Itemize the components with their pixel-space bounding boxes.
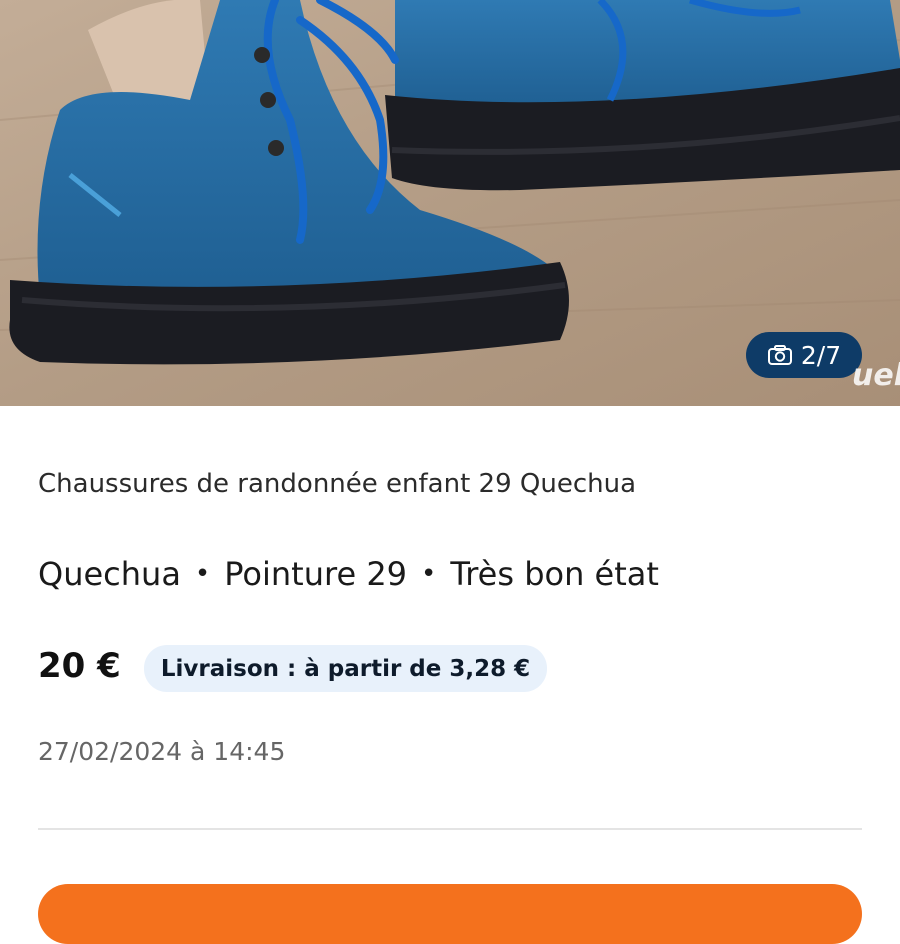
delivery-text: Livraison : à partir de 3,28 €: [160, 655, 531, 682]
separator-dot: •: [421, 559, 437, 589]
delivery-info-chip[interactable]: Livraison : à partir de 3,28 €: [144, 645, 547, 692]
listing-price: 20 €: [38, 646, 121, 686]
photo-watermark: ueb: [852, 358, 900, 393]
separator-dot: •: [194, 559, 211, 589]
divider: [38, 828, 862, 830]
listing-photo[interactable]: 2/7 ueb: [0, 0, 900, 406]
photo-counter-text: 2/7: [800, 340, 842, 370]
photo-counter-badge[interactable]: 2/7: [746, 332, 862, 378]
listing-attributes: Quechua • Pointure 29 • Très bon état: [38, 555, 659, 593]
listing-title: Chaussures de randonnée enfant 29 Quechu…: [38, 469, 636, 499]
camera-icon: [767, 345, 792, 365]
brand-label[interactable]: Quechua: [38, 555, 181, 593]
listing-date: 27/02/2024 à 14:45: [38, 737, 286, 766]
condition-label: Très bon état: [450, 555, 659, 593]
primary-action-button[interactable]: [38, 884, 862, 944]
size-label: Pointure 29: [224, 555, 408, 593]
